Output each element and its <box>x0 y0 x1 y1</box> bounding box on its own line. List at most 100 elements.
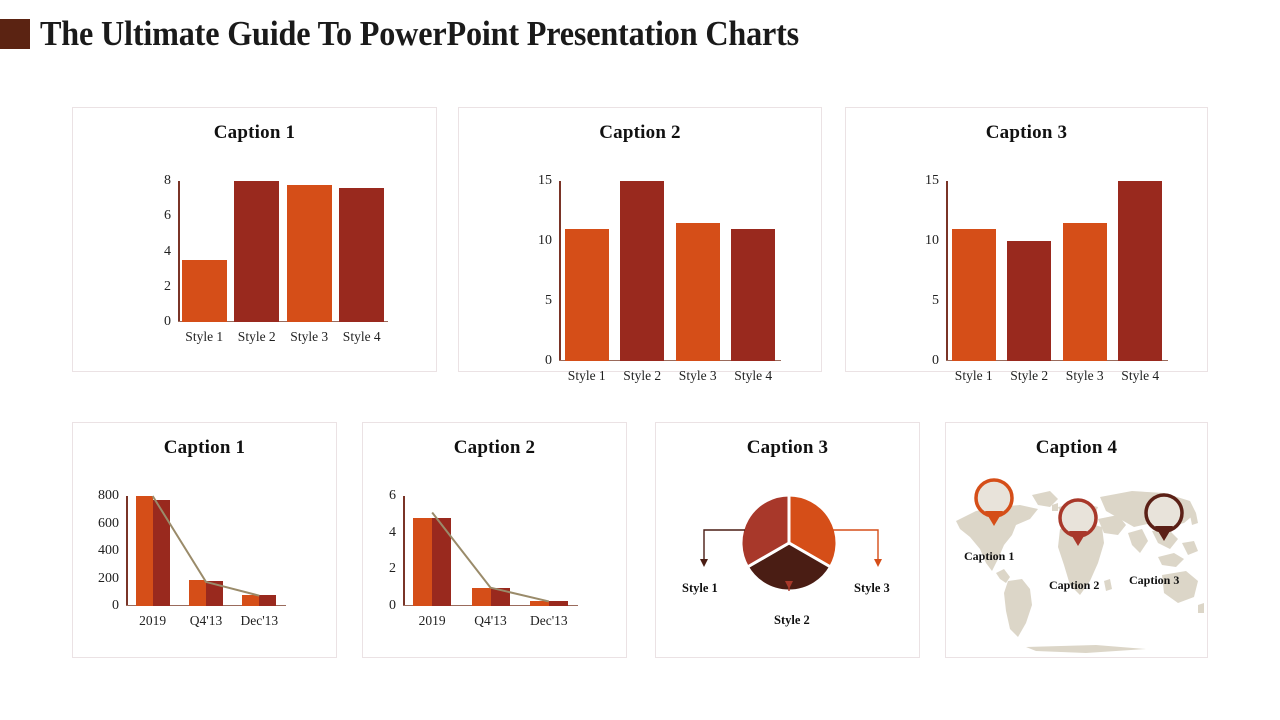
x-axis-tick-label: Style 2 <box>237 329 276 344</box>
y-axis-tick-label: 200 <box>98 570 119 586</box>
bar <box>1118 181 1163 361</box>
y-axis-tick-label: 6 <box>164 208 171 224</box>
world-map: Caption 1 Caption 2 Caption 3 <box>946 423 1209 659</box>
bar <box>490 587 510 606</box>
y-axis-tick-label: 15 <box>925 173 939 188</box>
y-axis-tick-label: 0 <box>389 598 396 613</box>
bar <box>234 181 280 322</box>
y-axis-tick-label: 0 <box>545 353 552 368</box>
bar-chart-top-2: 0 5 10 15 Style 1 Style 2 Style 3 Style 4 <box>538 173 781 383</box>
x-axis-tick-label: Style 4 <box>342 329 381 344</box>
bar <box>1062 223 1107 361</box>
bar <box>206 581 223 606</box>
chart-title-bottom-2: Caption 2 <box>453 437 536 458</box>
chart-card-bottom-3[interactable]: Caption 3 Style 1 Style 2 Style 3 <box>655 422 920 658</box>
y-axis-tick-label: 4 <box>389 524 396 540</box>
pie-callout-connector <box>833 529 879 561</box>
pie-slice-label: Style 3 <box>854 581 890 595</box>
map-pin-label: Caption 2 <box>1049 578 1100 592</box>
bar <box>951 229 996 361</box>
y-axis-tick-label: 0 <box>932 353 939 368</box>
x-axis-tick-label: Q4'13 <box>474 613 507 628</box>
x-axis-tick-label: Style 4 <box>1121 368 1160 383</box>
y-axis-tick-label: 10 <box>925 233 939 248</box>
pie-callout-arrowhead <box>874 559 882 567</box>
chart-title-bottom-1: Caption 1 <box>163 437 246 458</box>
chart-card-bottom-1[interactable]: Caption 1 0 200 400 600 800 2019 Q4'13 Dec'13 <box>72 422 337 658</box>
pie-slice-label: Style 2 <box>774 613 810 627</box>
bar <box>339 188 385 322</box>
chart-card-top-3[interactable]: Caption 3 0 5 10 15 Style 1 Style 2 Style 3 Sty… <box>845 107 1208 383</box>
bar <box>286 184 332 322</box>
y-axis-tick-label: 600 <box>98 515 119 531</box>
y-axis-tick-label: 800 <box>98 488 119 503</box>
y-axis-tick-label: 5 <box>545 293 552 308</box>
bar <box>529 600 549 606</box>
bar <box>152 500 170 606</box>
y-axis-tick-label: 2 <box>164 278 171 294</box>
chart-card-bottom-4[interactable]: Caption 4 Caption 1 Caption 2 Caption 3 <box>945 422 1208 658</box>
bar <box>675 223 720 361</box>
bar-chart-top-1: 0 2 4 6 8 Style 1 Style 2 Style 3 Style 4 <box>164 173 388 344</box>
slide-canvas: The Ultimate Guide To PowerPoint Present… <box>0 0 1280 720</box>
map-pin-icon[interactable] <box>1144 493 1184 541</box>
y-axis-tick-label: 5 <box>932 293 939 308</box>
x-axis-tick-label: Style 1 <box>185 329 224 344</box>
x-axis-tick-label: Style 2 <box>1010 368 1049 383</box>
slide-title-bar: The Ultimate Guide To PowerPoint Present… <box>0 12 865 56</box>
chart-card-bottom-2[interactable]: Caption 2 0 2 4 6 2019 Q4'13 Dec'13 <box>362 422 627 658</box>
y-axis-tick-label: 10 <box>538 233 552 248</box>
bar <box>471 587 491 606</box>
x-axis-tick-label: Dec'13 <box>529 613 568 628</box>
map-pin-label: Caption 3 <box>1129 573 1180 587</box>
y-axis-line <box>403 496 405 606</box>
chart-title-top-1: Caption 1 <box>213 122 296 143</box>
combo-chart-bottom-1: 0 200 400 600 800 2019 Q4'13 Dec'13 <box>98 488 286 628</box>
y-axis-tick-label: 2 <box>389 561 396 577</box>
pie-callout-connector <box>703 529 745 561</box>
bar <box>413 518 433 606</box>
y-axis-tick-label: 0 <box>112 598 119 613</box>
bar <box>1007 241 1052 361</box>
map-pin-label: Caption 1 <box>964 549 1015 563</box>
chart-card-top-2[interactable]: Caption 2 0 5 10 15 Style 1 Style 2 Style 3 Sty… <box>458 107 822 383</box>
map-svg <box>956 478 1204 653</box>
x-axis-tick-label: 2019 <box>418 613 446 628</box>
bar <box>181 260 227 322</box>
y-axis-line <box>126 496 128 606</box>
bar <box>731 229 776 361</box>
bar <box>620 181 665 361</box>
bar <box>432 518 452 606</box>
page-title: The Ultimate Guide To PowerPoint Present… <box>40 14 800 53</box>
bar <box>242 595 260 606</box>
x-axis-tick-label: Style 4 <box>734 368 773 383</box>
bar <box>189 579 206 606</box>
y-axis-tick-label: 6 <box>389 488 396 503</box>
chart-title-top-3: Caption 3 <box>985 122 1068 143</box>
pie-callout-arrowhead <box>700 559 708 567</box>
pie-chart: Style 1 Style 2 Style 3 <box>656 423 921 659</box>
bar <box>259 595 277 606</box>
bar <box>548 600 568 606</box>
y-axis-line <box>559 181 561 361</box>
x-axis-tick-label: Dec'13 <box>240 613 279 628</box>
y-axis-tick-label: 4 <box>164 243 171 259</box>
y-axis-tick-label: 8 <box>164 173 171 188</box>
x-axis-tick-label: Style 1 <box>954 368 993 383</box>
x-axis-tick-label: Style 3 <box>678 368 717 383</box>
y-axis-line <box>946 181 948 361</box>
y-axis-tick-label: 400 <box>98 543 119 558</box>
y-axis-tick-label: 15 <box>538 173 552 188</box>
x-axis-tick-label: Style 3 <box>290 329 329 344</box>
pie-slice-label: Style 1 <box>682 581 718 595</box>
y-axis-line <box>178 181 180 322</box>
x-axis-tick-label: Style 2 <box>623 368 662 383</box>
bar-chart-top-3: 0 5 10 15 Style 1 Style 2 Style 3 Style 4 <box>925 173 1168 383</box>
x-axis-tick-label: Q4'13 <box>189 613 223 628</box>
x-axis-tick-label: Style 3 <box>1065 368 1104 383</box>
y-axis-tick-label: 0 <box>164 314 171 329</box>
bar <box>564 229 609 361</box>
title-accent-square <box>0 19 30 49</box>
chart-card-top-1[interactable]: Caption 1 0 2 4 6 8 Style 1 Style 2 Style 3 Styl… <box>72 107 437 372</box>
chart-title-top-2: Caption 2 <box>599 122 681 143</box>
